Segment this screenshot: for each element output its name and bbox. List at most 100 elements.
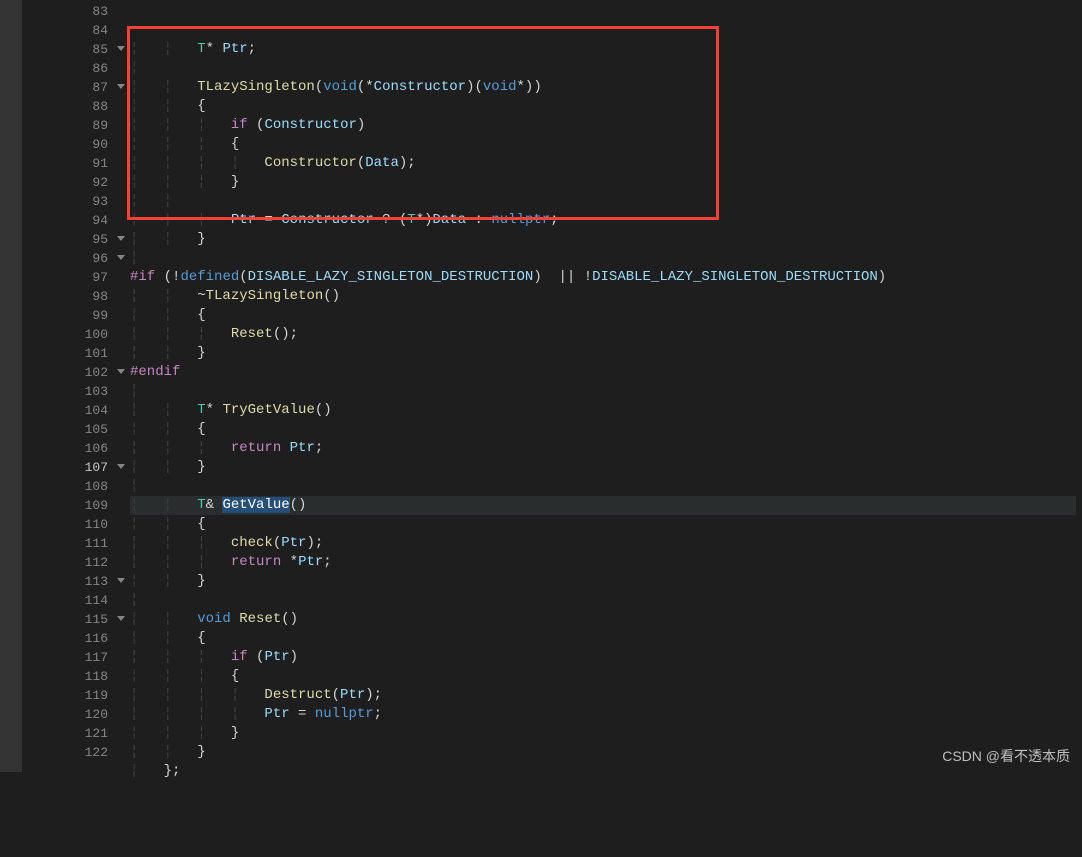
line-number[interactable]: 111 [22,534,108,553]
code-line[interactable]: ¦ ¦ ¦ } [130,724,1076,743]
line-number[interactable]: 121 [22,724,108,743]
line-number[interactable]: 91 [22,154,108,173]
code-line[interactable]: ¦ ¦ ¦ Ptr = Constructor ? (T*)Data : nul… [130,211,1076,230]
line-number[interactable]: 95 [22,230,108,249]
code-line[interactable]: ¦ [130,382,1076,401]
line-number[interactable]: 92 [22,173,108,192]
fold-indicator[interactable] [112,78,130,97]
code-line[interactable]: ¦ ¦ { [130,97,1076,116]
code-line[interactable]: #endif [130,363,1076,382]
line-number[interactable]: 94 [22,211,108,230]
line-number[interactable]: 115 [22,610,108,629]
code-line[interactable]: ¦ ¦ { [130,306,1076,325]
code-line[interactable]: ¦ ¦ ¦ } [130,173,1076,192]
code-line[interactable]: ¦ ¦ T* Ptr; [130,40,1076,59]
code-line[interactable]: ¦ ¦ { [130,420,1076,439]
code-line[interactable]: ¦ ¦ ¦ ¦ Ptr = nullptr; [130,705,1076,724]
code-line[interactable]: #if (!defined(DISABLE_LAZY_SINGLETON_DES… [130,268,1076,287]
code-token: ¦ ¦ ¦ [130,725,231,741]
code-line[interactable]: ¦ ¦ ¦ { [130,135,1076,154]
line-number[interactable]: 108 [22,477,108,496]
code-line[interactable]: ¦ ¦ ¦ ¦ Constructor(Data); [130,154,1076,173]
code-line[interactable]: ¦ ¦ } [130,458,1076,477]
line-number[interactable]: 93 [22,192,108,211]
line-number[interactable]: 106 [22,439,108,458]
fold-indicator[interactable] [112,230,130,249]
fold-indicator[interactable] [112,610,130,629]
code-line[interactable]: ¦ ¦ ¦ ¦ Destruct(Ptr); [130,686,1076,705]
code-line[interactable]: ¦ [130,591,1076,610]
code-line[interactable]: ¦ ¦ } [130,344,1076,363]
code-line[interactable]: ¦ ¦ void Reset() [130,610,1076,629]
fold-indicator[interactable] [112,249,130,268]
line-number-gutter[interactable]: 8384858687888990919293949596979899100101… [22,0,112,772]
code-line[interactable]: ¦ ¦ ¦ check(Ptr); [130,534,1076,553]
line-number[interactable]: 101 [22,344,108,363]
line-number[interactable]: 105 [22,420,108,439]
line-number[interactable]: 117 [22,648,108,667]
line-number[interactable]: 104 [22,401,108,420]
fold-indicator[interactable] [112,363,130,382]
fold-gutter[interactable] [112,0,130,772]
code-line[interactable]: ¦ ¦ ~TLazySingleton() [130,287,1076,306]
scrollbar[interactable] [1076,0,1082,772]
code-line[interactable]: ¦ [130,59,1076,78]
code-line[interactable]: ¦ ¦ [130,192,1076,211]
selected-text[interactable]: GetValue [222,497,289,513]
code-line[interactable]: ¦ [130,249,1076,268]
line-number[interactable]: 114 [22,591,108,610]
line-number[interactable]: 119 [22,686,108,705]
activity-bar[interactable] [0,0,22,772]
fold-indicator[interactable] [112,458,130,477]
code-line[interactable]: ¦ ¦ ¦ if (Constructor) [130,116,1076,135]
code-line[interactable]: ¦ ¦ { [130,629,1076,648]
code-line[interactable]: ¦ ¦ TLazySingleton(void(*Constructor)(vo… [130,78,1076,97]
code-line[interactable]: ¦ ¦ ¦ return Ptr; [130,439,1076,458]
line-number[interactable]: 122 [22,743,108,762]
code-line[interactable]: ¦ ¦ T& GetValue() [130,496,1076,515]
line-number[interactable]: 99 [22,306,108,325]
line-number[interactable]: 118 [22,667,108,686]
code-line[interactable] [130,781,1076,800]
line-number[interactable]: 102 [22,363,108,382]
line-number[interactable]: 109 [22,496,108,515]
code-token: ¦ ¦ [130,193,197,209]
line-number[interactable]: 88 [22,97,108,116]
fold-indicator[interactable] [112,572,130,591]
code-content[interactable]: ¦ ¦ T* Ptr;¦ ¦ ¦ TLazySingleton(void(*Co… [130,40,1076,800]
line-number[interactable]: 89 [22,116,108,135]
line-number[interactable]: 87 [22,78,108,97]
line-number[interactable]: 103 [22,382,108,401]
line-number[interactable]: 97 [22,268,108,287]
code-line[interactable]: ¦ ¦ ¦ Reset(); [130,325,1076,344]
code-line[interactable]: ¦ ¦ ¦ if (Ptr) [130,648,1076,667]
code-line[interactable]: ¦ ¦ T* TryGetValue() [130,401,1076,420]
code-line[interactable]: ¦ ¦ } [130,743,1076,762]
line-number[interactable]: 86 [22,59,108,78]
fold-indicator[interactable] [112,40,130,59]
line-number[interactable]: 96 [22,249,108,268]
code-area[interactable]: ¦ ¦ T* Ptr;¦ ¦ ¦ TLazySingleton(void(*Co… [130,0,1076,772]
code-token: ( [357,155,365,171]
line-number[interactable]: 107 [22,458,108,477]
line-number[interactable]: 98 [22,287,108,306]
fold-indicator [112,154,130,173]
code-line[interactable]: ¦ ¦ } [130,230,1076,249]
line-number[interactable]: 83 [22,2,108,21]
line-number[interactable]: 113 [22,572,108,591]
line-number[interactable]: 116 [22,629,108,648]
code-line[interactable]: ¦ ¦ } [130,572,1076,591]
code-line[interactable]: ¦ [130,477,1076,496]
line-number[interactable]: 100 [22,325,108,344]
code-token: #if [130,269,155,285]
line-number[interactable]: 112 [22,553,108,572]
line-number[interactable]: 85 [22,40,108,59]
line-number[interactable]: 84 [22,21,108,40]
code-line[interactable]: ¦ ¦ { [130,515,1076,534]
line-number[interactable]: 120 [22,705,108,724]
line-number[interactable]: 90 [22,135,108,154]
line-number[interactable]: 110 [22,515,108,534]
fold-indicator [112,2,130,21]
code-line[interactable]: ¦ ¦ ¦ { [130,667,1076,686]
code-line[interactable]: ¦ ¦ ¦ return *Ptr; [130,553,1076,572]
